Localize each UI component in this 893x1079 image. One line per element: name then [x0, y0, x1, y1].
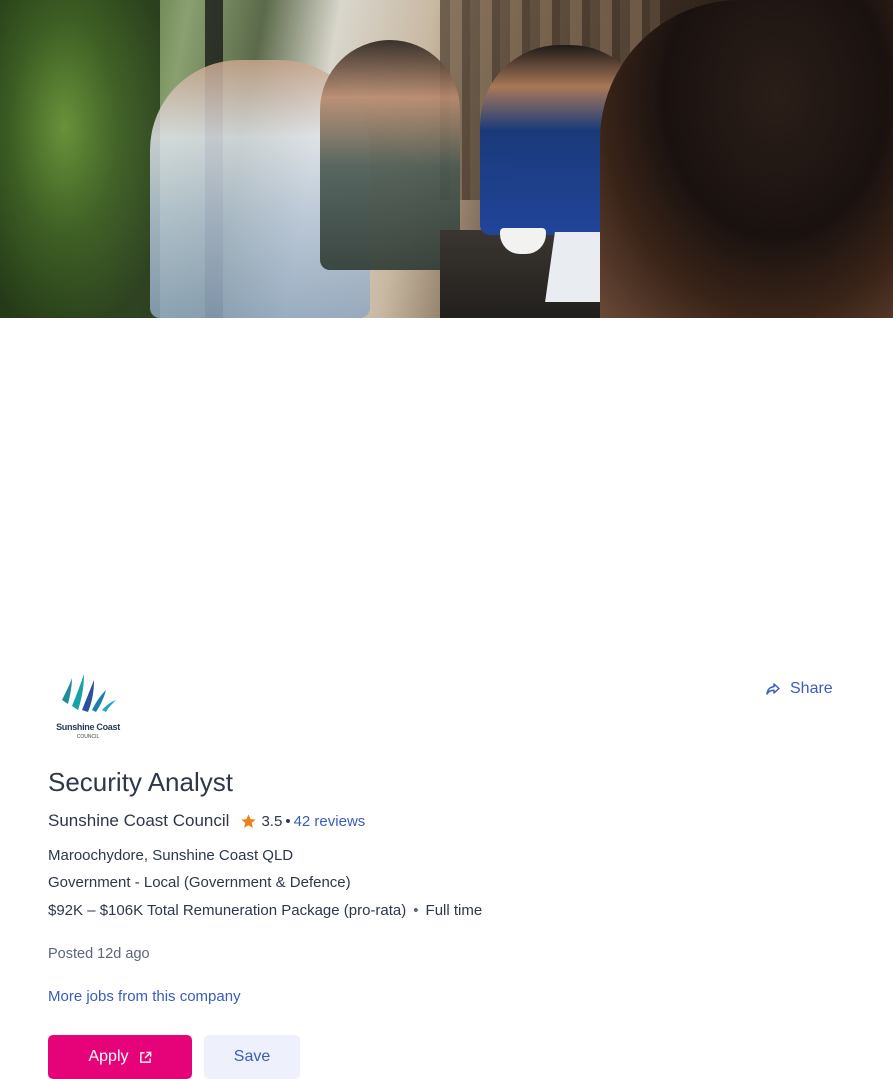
job-salary-row: $92K – $106K Total Remuneration Package …	[48, 902, 482, 919]
apply-button[interactable]: Apply	[48, 1035, 192, 1079]
more-jobs-link[interactable]: More jobs from this company	[48, 988, 241, 1005]
job-salary: $92K – $106K Total Remuneration Package …	[48, 902, 407, 919]
company-logo[interactable]: Sunshine Coast COUNCIL	[50, 670, 126, 746]
logo-name: Sunshine Coast	[56, 722, 120, 732]
rating-value: 3.5	[261, 812, 283, 830]
star-icon	[241, 813, 257, 828]
meta-separator: •	[413, 902, 419, 919]
reviews-link[interactable]: 42 reviews	[294, 813, 366, 830]
company-name[interactable]: Sunshine Coast Council	[48, 811, 229, 831]
share-button[interactable]: Share	[765, 680, 833, 698]
external-link-icon	[139, 1051, 151, 1063]
hero-image	[0, 0, 893, 318]
save-button[interactable]: Save	[204, 1035, 300, 1079]
apply-label: Apply	[88, 1048, 129, 1065]
logo-mark	[62, 674, 116, 712]
job-title: Security Analyst	[48, 767, 233, 797]
company-row: Sunshine Coast Council 3.5 • 42 reviews	[48, 811, 365, 831]
share-icon	[766, 683, 780, 695]
posted-date: Posted 12d ago	[48, 946, 150, 962]
rating-separator: •	[285, 812, 291, 830]
share-label: Share	[790, 680, 833, 697]
job-category: Government - Local (Government & Defence…	[48, 874, 351, 891]
logo-sub: COUNCIL	[76, 734, 100, 740]
job-work-type: Full time	[425, 902, 483, 919]
job-location: Maroochydore, Sunshine Coast QLD	[48, 847, 294, 864]
